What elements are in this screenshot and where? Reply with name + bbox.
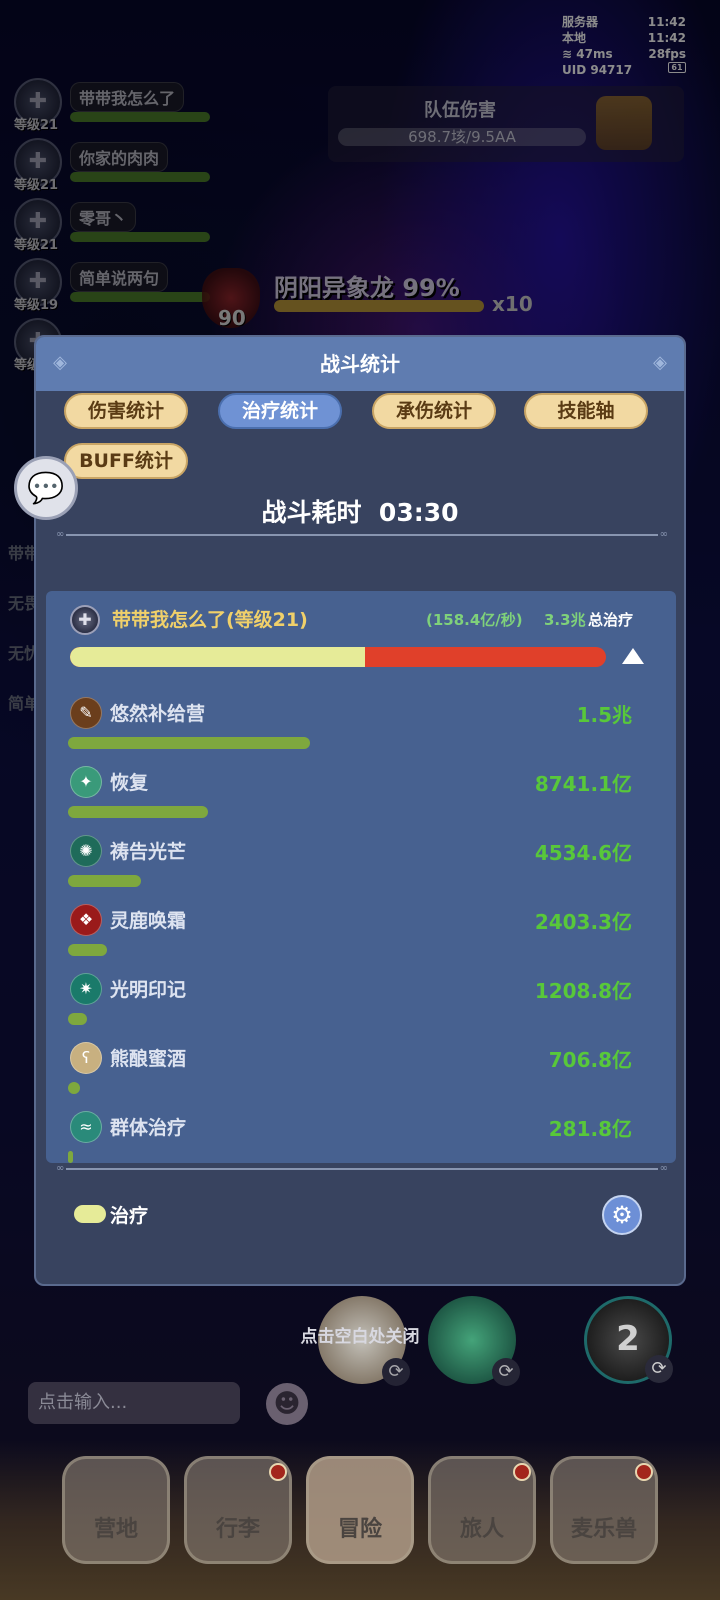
tab-healing-stats[interactable]: 治疗统计 <box>218 393 342 429</box>
deer-frost-icon: ❖ <box>70 904 102 936</box>
skill-value: 4534.6亿 <box>534 841 632 865</box>
swap-icon: ⟳ <box>382 1358 410 1386</box>
bread-icon: ✎ <box>70 697 102 729</box>
class-emblem-icon: ✚ <box>70 605 100 635</box>
nav-traveler[interactable]: 旅人 <box>428 1456 536 1564</box>
skill-row: ❖ 灵鹿唤霜 2403.3亿 <box>46 902 676 970</box>
skill-value: 2403.3亿 <box>534 910 632 934</box>
healing-total-bar <box>70 647 606 667</box>
ornament-icon: ◈ <box>653 352 667 373</box>
chat-bubble-icon: 💬 <box>27 471 65 506</box>
tab-skill-timeline[interactable]: 技能轴 <box>524 393 648 429</box>
healing-stats-panel[interactable]: ✚ 带带我怎么了(等级21) (158.4亿/秒) 3.3兆 总治疗 ✎ 悠然补给… <box>46 591 676 1163</box>
skill-value: 706.8亿 <box>548 1048 632 1072</box>
skill-name: 熊酿蜜酒 <box>110 1048 187 1070</box>
skill-healing-bar <box>68 1151 73 1163</box>
skill-row: ✺ 祷告光芒 4534.6亿 <box>46 833 676 901</box>
collapse-triangle-icon[interactable] <box>622 648 644 664</box>
skill-value: 8741.1亿 <box>534 772 632 796</box>
nav-luggage[interactable]: 行李 <box>184 1456 292 1564</box>
skill-healing-bar <box>68 875 141 887</box>
skill-row: ≈ 群体治疗 281.8亿 <box>46 1109 676 1163</box>
nav-camp[interactable]: 营地 <box>62 1456 170 1564</box>
nav-adventure[interactable]: 冒险 <box>306 1456 414 1564</box>
notification-badge <box>513 1463 531 1481</box>
prayer-light-icon: ✺ <box>70 835 102 867</box>
skill-healing-bar <box>68 1013 87 1025</box>
swap-icon: ⟳ <box>645 1355 673 1383</box>
skill-name: 祷告光芒 <box>110 841 187 863</box>
skill-healing-bar <box>68 806 208 818</box>
duration-value: 03:30 <box>378 498 459 527</box>
healing-total: 3.3兆 <box>544 611 586 629</box>
dialog-title: 战斗统计 <box>320 352 400 376</box>
skill-value: 1208.8亿 <box>534 979 632 1003</box>
divider: ∞ ∞ <box>56 529 668 540</box>
tab-buff-stats[interactable]: BUFF统计 <box>64 443 188 479</box>
skill-row: ʕ 熊酿蜜酒 706.8亿 <box>46 1040 676 1108</box>
chat-button[interactable]: 💬 <box>14 456 78 520</box>
notification-badge <box>635 1463 653 1481</box>
skill-name: 恢复 <box>110 772 149 794</box>
light-mark-icon: ✷ <box>70 973 102 1005</box>
close-hint: 点击空白处关闭 <box>300 1327 420 1347</box>
duration-label: 战斗耗时 <box>261 498 362 527</box>
skill-name: 悠然补给营 <box>110 703 206 725</box>
nav-label: 麦乐兽 <box>570 1517 637 1542</box>
skill-row: ✷ 光明印记 1208.8亿 <box>46 971 676 1039</box>
skill-healing-bar <box>68 737 310 749</box>
healing-total-label: 总治疗 <box>588 611 634 629</box>
battle-duration: 战斗耗时 03:30 <box>36 493 684 529</box>
nav-label: 冒险 <box>337 1517 382 1542</box>
legend-label: 治疗 <box>110 1205 149 1227</box>
settings-button[interactable]: ⚙ <box>602 1195 642 1235</box>
healing-total-fill <box>70 647 365 667</box>
skill-healing-bar <box>68 944 107 956</box>
smiley-icon: ☻ <box>273 1389 301 1419</box>
chat-input[interactable]: 点击输入... <box>28 1382 240 1424</box>
skill-row: ✎ 悠然补给营 1.5兆 <box>46 695 676 763</box>
gear-icon: ⚙ <box>611 1201 633 1229</box>
skill-name: 光明印记 <box>110 979 187 1001</box>
battle-stats-dialog: ◈ 战斗统计 ◈ 伤害统计 治疗统计 承伤统计 技能轴 BUFF统计 战斗耗时 … <box>34 335 686 1286</box>
group-heal-icon: ≈ <box>70 1111 102 1143</box>
skill-value: 1.5兆 <box>576 703 632 727</box>
swap-icon: ⟳ <box>492 1358 520 1386</box>
restore-icon: ✦ <box>70 766 102 798</box>
tab-damage-stats[interactable]: 伤害统计 <box>64 393 188 429</box>
skill-name: 群体治疗 <box>110 1117 187 1139</box>
nav-label: 行李 <box>215 1517 260 1542</box>
skill-row: ✦ 恢复 8741.1亿 <box>46 764 676 832</box>
skill-value: 281.8亿 <box>548 1117 632 1141</box>
notification-badge <box>269 1463 287 1481</box>
nav-pets[interactable]: 麦乐兽 <box>550 1456 658 1564</box>
nav-label: 营地 <box>93 1517 138 1542</box>
skill-name: 灵鹿唤霜 <box>110 910 187 932</box>
player-name: 带带我怎么了(等级21) <box>112 609 308 631</box>
legend-swatch <box>74 1205 106 1223</box>
healing-rate: (158.4亿/秒) <box>426 611 523 629</box>
emoji-button[interactable]: ☻ <box>266 1383 308 1425</box>
bear-mead-icon: ʕ <box>70 1042 102 1074</box>
nav-label: 旅人 <box>459 1517 504 1542</box>
dialog-header: ◈ 战斗统计 ◈ <box>36 337 684 391</box>
skill-healing-bar <box>68 1082 80 1094</box>
tab-damage-taken-stats[interactable]: 承伤统计 <box>372 393 496 429</box>
divider: ∞ ∞ <box>56 1163 668 1174</box>
